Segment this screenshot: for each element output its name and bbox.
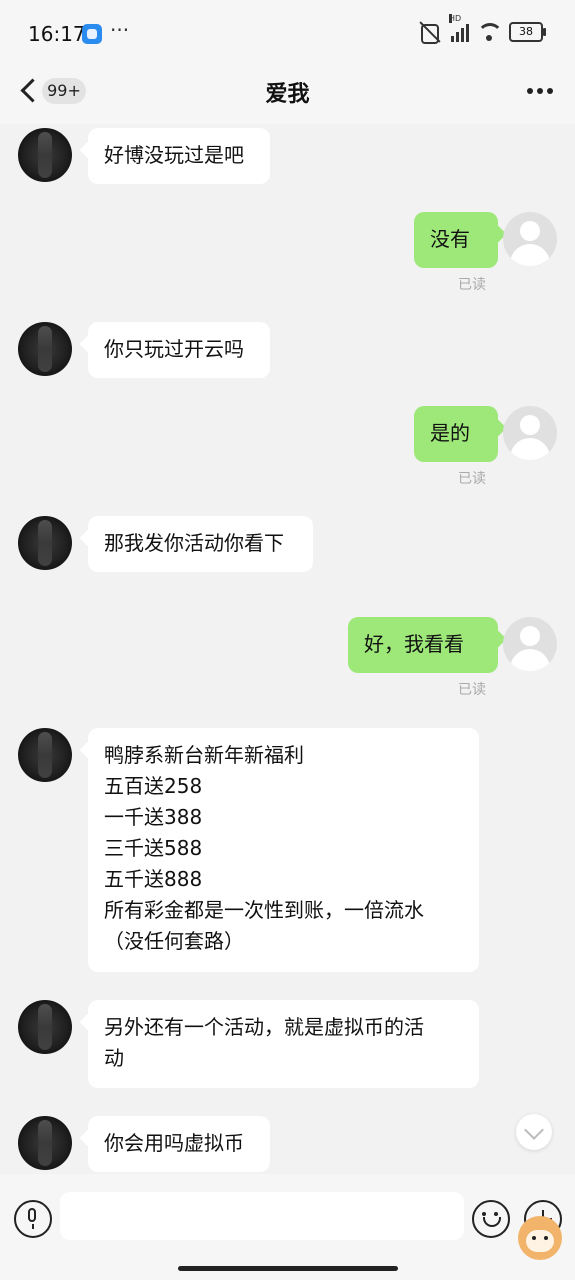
battery-icon: 38 — [509, 22, 546, 42]
read-receipt: 已读 — [458, 682, 486, 698]
voice-input-icon[interactable] — [14, 1200, 52, 1238]
more-notifications-icon: ··· — [110, 18, 130, 42]
contact-avatar[interactable] — [18, 128, 72, 182]
received-message[interactable]: 鸭脖系新台新年新福利 五百送258 一千送388 三千送588 五千送888 所… — [88, 728, 479, 972]
received-message[interactable]: 另外还有一个活动，就是虚拟币的活 动 — [88, 1000, 479, 1088]
my-avatar[interactable] — [503, 617, 557, 671]
sent-message[interactable]: 没有 — [414, 212, 498, 268]
input-bar — [0, 1174, 575, 1280]
status-icons: HD 38 — [417, 14, 546, 44]
more-options-icon[interactable] — [527, 88, 553, 94]
read-receipt: 已读 — [458, 471, 486, 487]
mute-icon — [417, 22, 443, 44]
my-avatar[interactable] — [503, 212, 557, 266]
sent-message[interactable]: 是的 — [414, 406, 498, 462]
received-message[interactable]: 那我发你活动你看下 — [88, 516, 313, 572]
app-notification-icon — [82, 24, 102, 44]
wifi-icon — [477, 23, 503, 41]
emoji-icon[interactable] — [472, 1200, 510, 1238]
message-input[interactable] — [60, 1192, 464, 1240]
contact-avatar[interactable] — [18, 516, 72, 570]
chat-title: 爱我 — [265, 82, 310, 107]
contact-avatar[interactable] — [18, 728, 72, 782]
home-indicator[interactable] — [178, 1266, 398, 1271]
contact-avatar[interactable] — [18, 322, 72, 376]
received-message[interactable]: 你会用吗虚拟币 — [88, 1116, 270, 1172]
contact-avatar[interactable] — [18, 1116, 72, 1170]
floating-mascot-icon[interactable] — [518, 1216, 562, 1260]
my-avatar[interactable] — [503, 406, 557, 460]
scroll-to-bottom-button[interactable] — [516, 1114, 552, 1150]
received-message[interactable]: 好博没玩过是吧 — [88, 128, 270, 184]
status-time: 16:17 — [28, 22, 86, 46]
sent-message[interactable]: 好，我看看 — [348, 617, 498, 673]
signal-icon: HD — [449, 14, 469, 42]
received-message[interactable]: 你只玩过开云吗 — [88, 322, 270, 378]
message-list[interactable]: 好博没玩过是吧 没有 已读 你只玩过开云吗 是的 已读 那我发你活动你看下 好，… — [0, 124, 575, 1174]
read-receipt: 已读 — [458, 277, 486, 293]
contact-avatar[interactable] — [18, 1000, 72, 1054]
status-bar: 16:17 ··· HD 38 — [0, 0, 575, 66]
chat-header: 99+ 爱我 — [0, 66, 575, 124]
